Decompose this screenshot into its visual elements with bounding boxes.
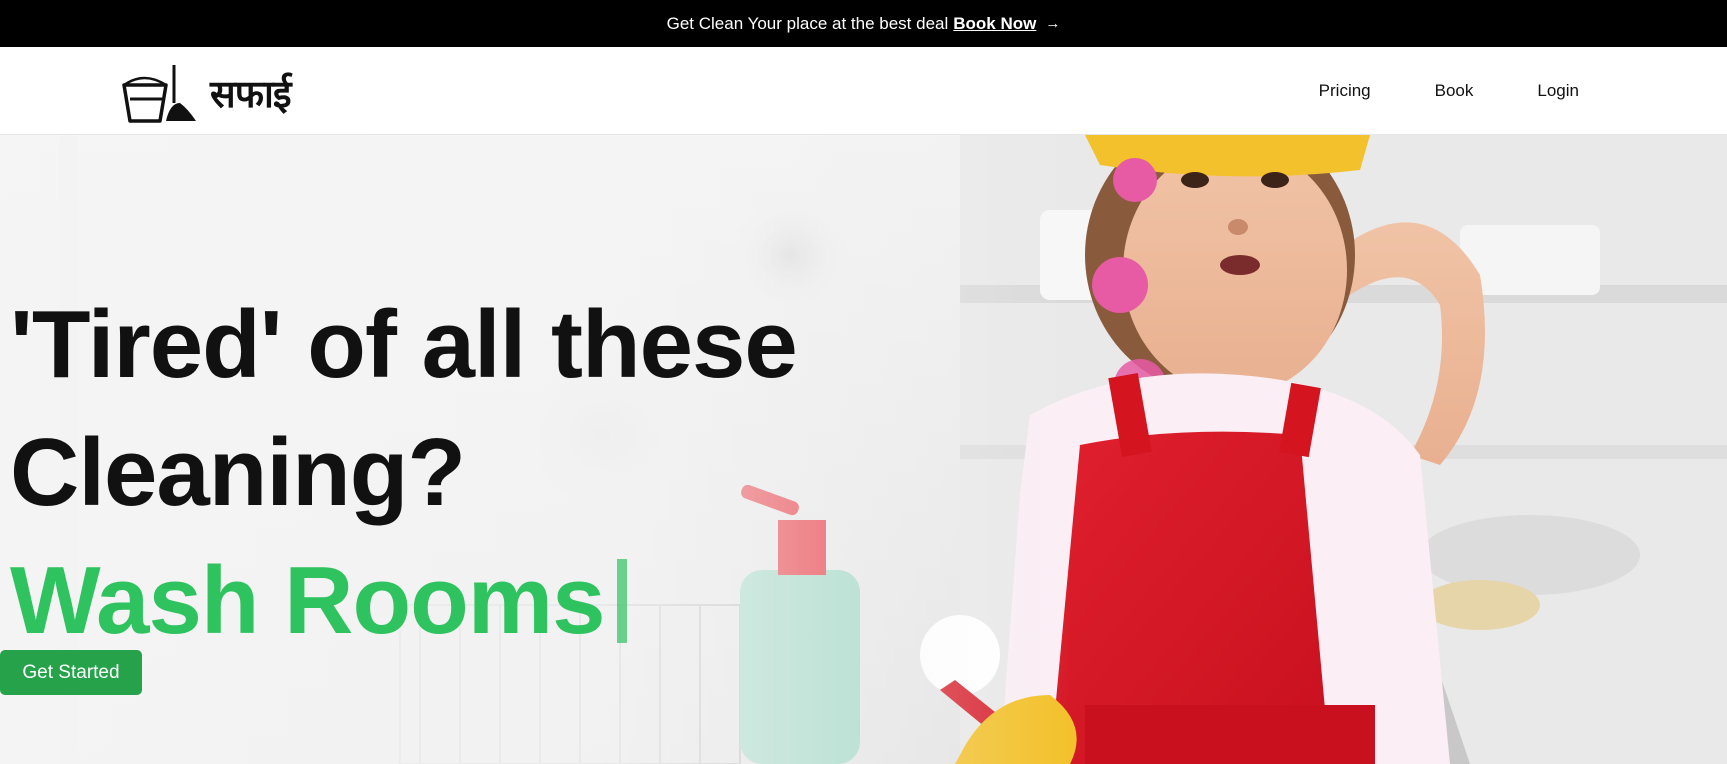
get-started-button[interactable]: Get Started [0,650,142,695]
nav-pricing-link[interactable]: Pricing [1319,81,1371,101]
logo[interactable]: सफाई [122,63,291,123]
typed-text-row: Wash Rooms [10,553,627,649]
arrow-right-icon[interactable]: → [1045,15,1060,32]
announcement-text: Get Clean Your place at the best deal [666,13,949,33]
hero-headline-line2: Cleaning? [10,419,466,526]
hero-headline-line1: 'Tired' of all these [10,291,798,398]
book-now-link[interactable]: Book Now [953,14,1036,34]
logo-text: सफाई [210,72,291,116]
nav-links: Pricing Book Login [1319,47,1579,135]
navbar: सफाई Pricing Book Login [0,47,1727,135]
nav-login-link[interactable]: Login [1537,81,1579,101]
hero-section: 'Tired' of all these Cleaning? Wash Room… [0,135,1727,764]
nav-book-link[interactable]: Book [1435,81,1474,101]
typing-cursor [616,559,627,643]
announcement-bar: Get Clean Your place at the best deal Bo… [0,0,1727,47]
bucket-broom-icon [122,65,196,123]
typed-service-text: Wash Rooms [10,547,605,654]
